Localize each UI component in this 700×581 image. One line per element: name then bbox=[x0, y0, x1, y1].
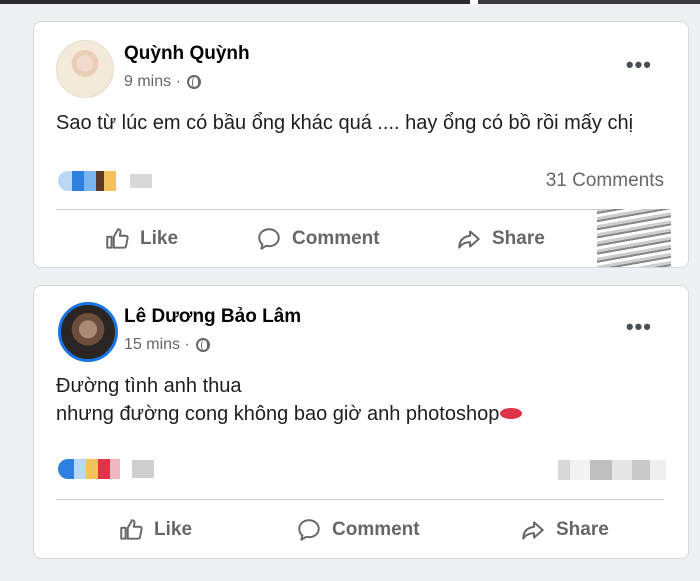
reaction-summary[interactable] bbox=[58, 171, 152, 191]
globe-icon bbox=[195, 338, 210, 352]
share-icon bbox=[458, 230, 480, 249]
like-button[interactable]: Like bbox=[104, 226, 178, 252]
comment-icon bbox=[298, 519, 320, 541]
share-icon bbox=[522, 521, 544, 540]
comment-label: Comment bbox=[332, 519, 420, 540]
top-image-strip bbox=[0, 0, 700, 4]
share-label: Share bbox=[492, 228, 545, 249]
blurred-region bbox=[597, 209, 671, 267]
like-label: Like bbox=[140, 228, 179, 249]
like-icon bbox=[120, 519, 143, 540]
comments-count[interactable]: 31 Comments bbox=[546, 170, 664, 192]
more-icon[interactable]: ••• bbox=[626, 54, 652, 76]
post-card: Lê Dương Bảo Lâm 15 mins · ••• Đường tìn… bbox=[33, 285, 689, 559]
post-time[interactable]: 15 mins · bbox=[124, 336, 190, 354]
post-time[interactable]: 9 mins · bbox=[124, 73, 181, 91]
post-text-line: Đường tình anh thua bbox=[56, 375, 242, 397]
comments-count-blurred[interactable] bbox=[558, 460, 666, 480]
like-button[interactable]: Like bbox=[118, 517, 192, 543]
globe-icon bbox=[186, 75, 201, 89]
comment-button[interactable]: Comment bbox=[296, 517, 420, 543]
post-card: Quỳnh Quỳnh 9 mins · ••• Sao từ lúc em c… bbox=[33, 21, 689, 268]
post-text: Sao từ lúc em có bầu ổng khác quá .... h… bbox=[56, 112, 634, 134]
post-author[interactable]: Lê Dương Bảo Lâm bbox=[124, 306, 301, 328]
like-icon bbox=[106, 228, 129, 249]
lips-emoji bbox=[500, 408, 523, 420]
like-label: Like bbox=[154, 519, 193, 540]
post-text-line: nhưng đường cong không bao giờ anh photo… bbox=[56, 400, 523, 428]
share-label: Share bbox=[556, 519, 609, 540]
avatar[interactable] bbox=[56, 40, 114, 98]
divider bbox=[56, 499, 664, 500]
comment-label: Comment bbox=[292, 228, 380, 249]
post-meta: 9 mins · bbox=[124, 73, 201, 91]
more-icon[interactable]: ••• bbox=[626, 316, 652, 338]
comment-button[interactable]: Comment bbox=[256, 226, 380, 252]
share-button[interactable]: Share bbox=[520, 517, 609, 543]
post-text: Đường tình anh thua nhưng đường cong khô… bbox=[56, 372, 523, 428]
share-button[interactable]: Share bbox=[456, 226, 545, 252]
avatar[interactable] bbox=[58, 302, 118, 362]
divider bbox=[56, 209, 664, 210]
comment-icon bbox=[258, 228, 280, 250]
post-meta: 15 mins · bbox=[124, 336, 210, 354]
reaction-summary[interactable] bbox=[58, 459, 154, 479]
post-author[interactable]: Quỳnh Quỳnh bbox=[124, 43, 250, 65]
